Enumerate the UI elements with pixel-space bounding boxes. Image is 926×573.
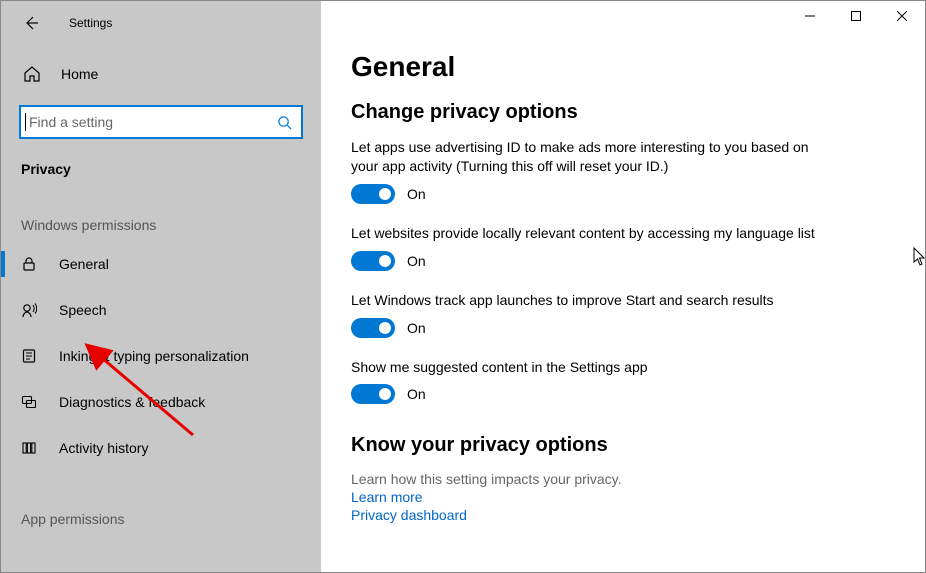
home-icon <box>23 65 43 83</box>
lock-icon <box>21 256 41 272</box>
toggle-knob <box>379 322 391 334</box>
text-caret <box>25 113 26 131</box>
setting-desc: Let websites provide locally relevant co… <box>351 224 821 243</box>
setting-desc: Let apps use advertising ID to make ads … <box>351 138 821 176</box>
toggle-state: On <box>407 386 426 402</box>
search-icon <box>275 115 293 130</box>
search-wrap <box>1 91 321 139</box>
sidebar-item-label: Diagnostics & feedback <box>59 394 205 410</box>
sidebar-item-diagnostics[interactable]: Diagnostics & feedback <box>1 379 321 425</box>
title-bar: Settings <box>1 1 321 45</box>
group-windows-permissions: Windows permissions <box>1 177 321 241</box>
sidebar-item-activity[interactable]: Activity history <box>1 425 321 471</box>
sidebar-item-label: Activity history <box>59 440 148 456</box>
section-know-privacy: Know your privacy options <box>351 434 897 457</box>
category-heading: Privacy <box>1 139 321 177</box>
know-privacy-section: Know your privacy options Learn how this… <box>351 434 897 523</box>
setting-track-launches: Let Windows track app launches to improv… <box>351 291 821 338</box>
toggle-row: On <box>351 251 821 271</box>
toggle-row: On <box>351 184 821 204</box>
inking-icon <box>21 348 41 364</box>
toggle-state: On <box>407 186 426 202</box>
toggle-row: On <box>351 318 821 338</box>
sidebar-item-label: Inking & typing personalization <box>59 348 249 364</box>
setting-advertising-id: Let apps use advertising ID to make ads … <box>351 138 821 204</box>
toggle-track-launches[interactable] <box>351 318 395 338</box>
sidebar-item-general[interactable]: General <box>1 241 321 287</box>
toggle-state: On <box>407 320 426 336</box>
toggle-knob <box>379 388 391 400</box>
sidebar-item-inking[interactable]: Inking & typing personalization <box>1 333 321 379</box>
maximize-button[interactable] <box>833 1 879 31</box>
speech-icon <box>21 302 41 318</box>
setting-suggested-content: Show me suggested content in the Setting… <box>351 358 821 405</box>
search-box[interactable] <box>19 105 303 139</box>
app-title: Settings <box>69 16 112 30</box>
link-learn-more[interactable]: Learn more <box>351 489 897 505</box>
back-button[interactable] <box>13 5 49 41</box>
close-button[interactable] <box>879 1 925 31</box>
setting-desc: Show me suggested content in the Setting… <box>351 358 821 377</box>
window-controls <box>787 1 925 31</box>
link-privacy-dashboard[interactable]: Privacy dashboard <box>351 507 897 523</box>
toggle-knob <box>379 255 391 267</box>
feedback-icon <box>21 394 41 410</box>
toggle-knob <box>379 188 391 200</box>
home-label: Home <box>61 66 98 82</box>
home-nav[interactable]: Home <box>1 57 321 91</box>
know-privacy-sub: Learn how this setting impacts your priv… <box>351 471 897 487</box>
sidebar: Settings Home Privacy Windows permission… <box>1 1 321 572</box>
arrow-left-icon <box>23 15 39 31</box>
minimize-button[interactable] <box>787 1 833 31</box>
close-icon <box>897 11 907 21</box>
toggle-state: On <box>407 253 426 269</box>
settings-window: Settings Home Privacy Windows permission… <box>1 1 925 572</box>
sidebar-item-speech[interactable]: Speech <box>1 287 321 333</box>
content-pane: General Change privacy options Let apps … <box>321 1 925 572</box>
minimize-icon <box>805 11 815 21</box>
search-input[interactable] <box>29 114 275 130</box>
toggle-language-list[interactable] <box>351 251 395 271</box>
activity-icon <box>21 440 41 456</box>
group-app-permissions: App permissions <box>1 471 321 535</box>
setting-desc: Let Windows track app launches to improv… <box>351 291 821 310</box>
maximize-icon <box>851 11 861 21</box>
sidebar-item-label: Speech <box>59 302 106 318</box>
toggle-row: On <box>351 384 821 404</box>
page-title: General <box>351 51 897 83</box>
toggle-advertising-id[interactable] <box>351 184 395 204</box>
setting-language-list: Let websites provide locally relevant co… <box>351 224 821 271</box>
sidebar-item-label: General <box>59 256 109 272</box>
toggle-suggested-content[interactable] <box>351 384 395 404</box>
section-change-privacy: Change privacy options <box>351 101 897 124</box>
